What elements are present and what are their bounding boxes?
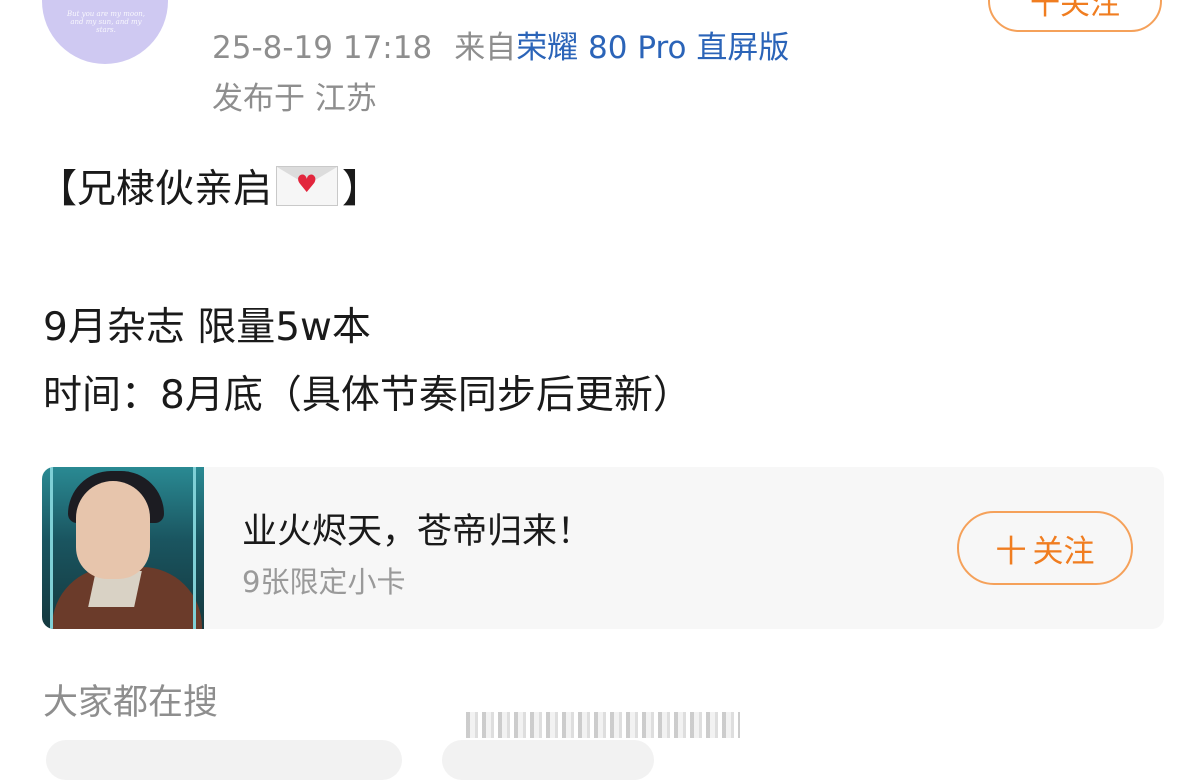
post-headline: 【兄棣伙亲启 ♥ 】 — [38, 158, 381, 214]
headline-text: 【兄棣伙亲启 — [38, 167, 273, 212]
avatar[interactable]: But you are my moon, and my sun, and my … — [42, 0, 168, 64]
linked-card[interactable]: 业火烬天，苍帝归来！ 9张限定小卡 十关注 — [42, 467, 1164, 629]
avatar-quote: But you are my moon, and my sun, and my … — [66, 10, 146, 34]
post-body-line-2: 时间：8月底（具体节奏同步后更新） — [43, 373, 692, 418]
headline-close: 】 — [342, 167, 382, 212]
card-title[interactable]: 业火烬天，苍帝归来！ — [242, 503, 592, 554]
follow-button-top[interactable]: 十关注 — [988, 0, 1162, 32]
watermark-image — [466, 712, 740, 738]
device-link[interactable]: 荣耀 80 Pro 直屏版 — [516, 30, 789, 66]
post-meta: 25-8-19 17:18 来自荣耀 80 Pro 直屏版 — [212, 22, 789, 67]
heart-icon: ♥ — [296, 170, 318, 198]
source-prefix: 来自 — [454, 30, 517, 66]
love-letter-envelope-icon: ♥ — [276, 166, 339, 206]
poster-frame — [50, 467, 196, 629]
plus-icon: 十 — [995, 533, 1027, 570]
search-chip[interactable] — [442, 740, 654, 780]
card-poster-image[interactable] — [42, 467, 204, 629]
card-follow-button[interactable]: 十关注 — [957, 511, 1133, 585]
card-follow-label: 关注 — [1032, 533, 1095, 570]
trending-search-heading: 大家都在搜 — [43, 683, 219, 723]
post-body-line-1: 9月杂志 限量5w本 — [43, 305, 371, 350]
post-location: 发布于 江苏 — [212, 81, 377, 117]
card-subtitle: 9张限定小卡 — [242, 565, 406, 599]
search-chip[interactable] — [46, 740, 402, 780]
post-timestamp: 25-8-19 17:18 — [212, 30, 433, 66]
